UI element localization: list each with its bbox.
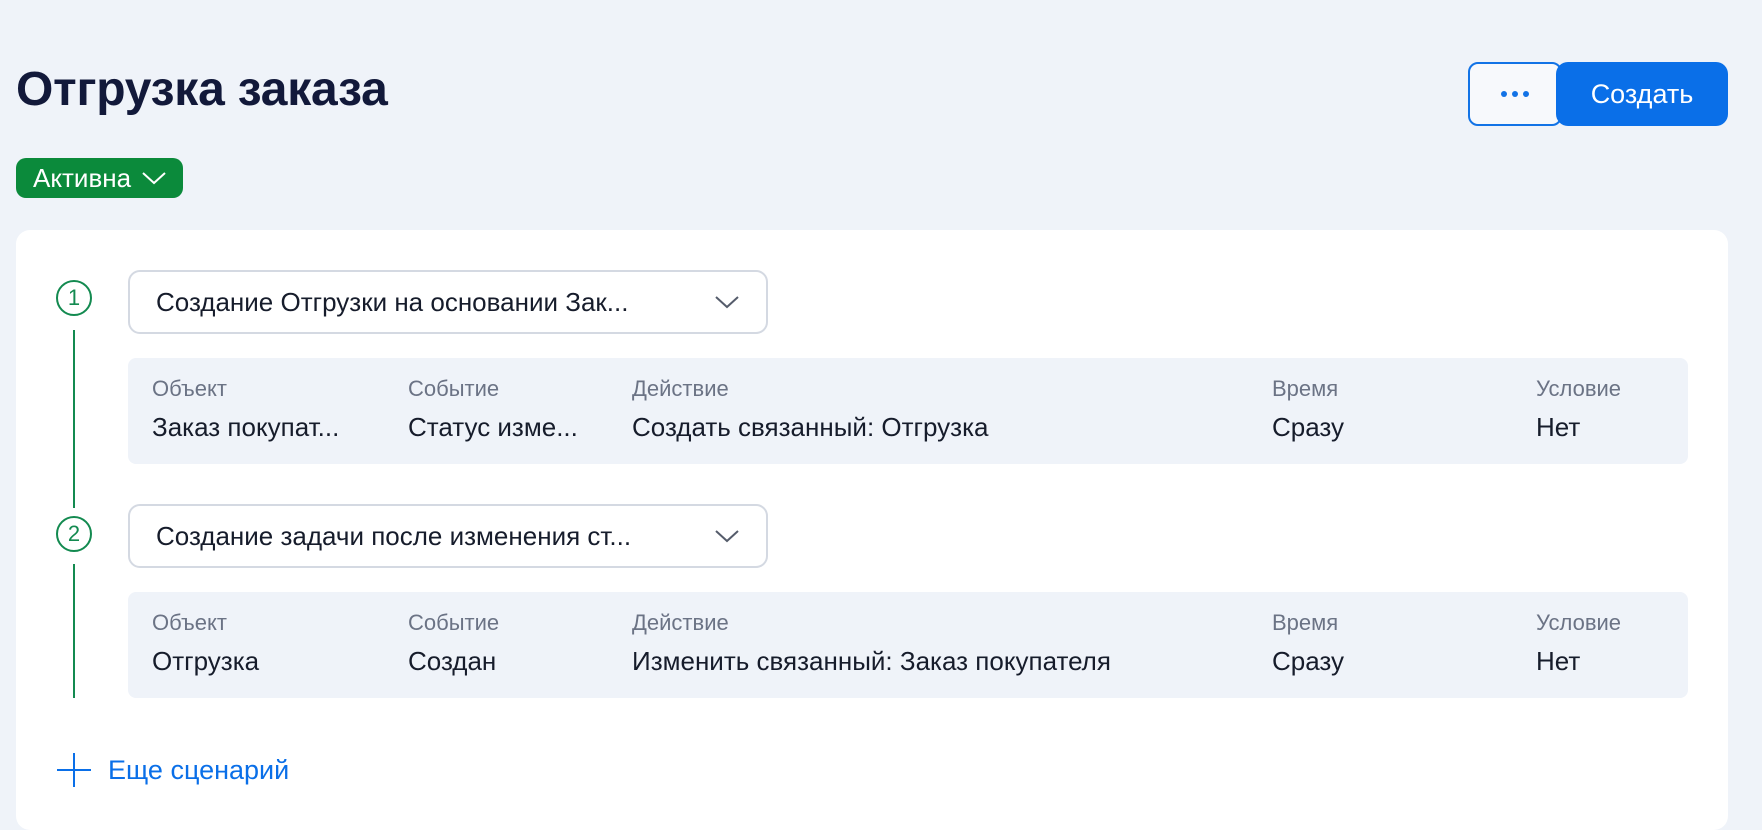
scenario-select-1[interactable]: Создание Отгрузки на основании Зак... [128, 270, 768, 334]
step-number-1: 1 [56, 280, 92, 316]
time-label: Время [1272, 610, 1339, 635]
object-column: Объект Заказ покупат... [152, 376, 339, 443]
action-value: Изменить связанный: Заказ покупателя [632, 646, 1111, 676]
condition-column: Условие Нет [1536, 610, 1621, 677]
plus-icon [57, 753, 91, 787]
event-label: Событие [408, 376, 500, 401]
object-label: Объект [152, 376, 227, 401]
condition-label: Условие [1536, 376, 1622, 401]
scenario-details-1: Объект Заказ покупат... Событие Статус и… [128, 358, 1688, 464]
time-value: Сразу [1272, 412, 1345, 442]
more-actions-button[interactable] [1468, 62, 1562, 126]
object-column: Объект Отгрузка [152, 610, 259, 677]
time-value: Сразу [1272, 646, 1345, 676]
scenario-details-2: Объект Отгрузка Событие Создан Действие … [128, 592, 1688, 698]
object-value: Заказ покупат... [152, 412, 340, 442]
event-column: Событие Статус изме... [408, 376, 578, 443]
event-column: Событие Создан [408, 610, 499, 677]
event-value: Статус изме... [408, 412, 578, 442]
page-title: Отгрузка заказа [16, 63, 388, 116]
time-column: Время Сразу [1272, 610, 1344, 677]
step-number-2: 2 [56, 516, 92, 552]
time-label: Время [1272, 376, 1339, 401]
ellipsis-icon [1501, 91, 1529, 97]
action-column: Действие Создать связанный: Отгрузка [632, 376, 989, 443]
time-column: Время Сразу [1272, 376, 1344, 443]
scenario-title: Создание задачи после изменения ст... [156, 520, 632, 551]
chevron-down-icon [142, 172, 166, 185]
chevron-down-icon [715, 296, 739, 309]
chevron-down-icon [715, 530, 739, 543]
action-value: Создать связанный: Отгрузка [632, 412, 989, 442]
add-scenario-label: Еще сценарий [108, 754, 290, 785]
scenario-select-2[interactable]: Создание задачи после изменения ст... [128, 504, 768, 568]
object-value: Отгрузка [152, 646, 260, 676]
status-dropdown[interactable]: Активна [16, 158, 184, 198]
condition-value: Нет [1536, 412, 1581, 442]
action-label: Действие [632, 376, 729, 401]
step-connector-2 [73, 564, 75, 698]
event-label: Событие [408, 610, 500, 635]
condition-column: Условие Нет [1536, 376, 1621, 443]
action-label: Действие [632, 610, 729, 635]
condition-value: Нет [1536, 646, 1581, 676]
create-button[interactable]: Создать [1556, 62, 1728, 126]
status-label: Активна [33, 162, 132, 193]
step-connector-1 [73, 330, 75, 508]
add-scenario-button[interactable]: Еще сценарий [56, 752, 289, 788]
event-value: Создан [408, 646, 497, 676]
action-column: Действие Изменить связанный: Заказ покуп… [632, 610, 1111, 677]
condition-label: Условие [1536, 610, 1622, 635]
scenario-title: Создание Отгрузки на основании Зак... [156, 286, 629, 317]
object-label: Объект [152, 610, 227, 635]
